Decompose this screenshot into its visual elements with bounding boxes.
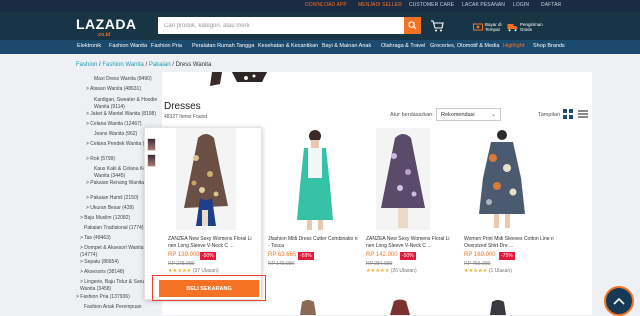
- free-shipping-label: Pengiriman Gratis: [520, 22, 543, 32]
- product-rating: ★★★★★ (26 Ulasan): [366, 268, 417, 274]
- old-price: RP 278.000: [168, 261, 195, 267]
- discount-badge: -58%: [298, 252, 314, 260]
- review-count: (37 Ulasan): [192, 268, 219, 274]
- product-price: RP 169.000: [464, 252, 496, 258]
- nav-electronics[interactable]: Elektronik: [77, 43, 101, 49]
- discount-badge: -75%: [499, 252, 515, 260]
- product-rating: ★★★★★ (37 Ulasan): [168, 268, 219, 274]
- old-price: RP 149.900: [268, 261, 295, 267]
- breadcrumb-separator: /: [172, 62, 174, 68]
- product-thumbnail[interactable]: [147, 154, 156, 167]
- breadcrumb-separator: /: [145, 62, 148, 68]
- list-view-icon[interactable]: [578, 109, 588, 119]
- sort-label: Atur berdasarkan:: [390, 112, 434, 118]
- cart-icon[interactable]: [430, 20, 444, 32]
- category-nav: Elektronik Fashion Wanita Fashion Pria P…: [0, 40, 640, 54]
- review-count: (1 Ulasan): [488, 268, 512, 274]
- product-name[interactable]: ZANZEA New Sexy Womens Floral Li nen Lon…: [366, 236, 458, 249]
- old-price: RP 284.000: [366, 261, 393, 267]
- buy-now-button[interactable]: BELI SEKARANG: [159, 280, 259, 297]
- sidebar-item[interactable]: > Atasan Wanita (48631): [76, 86, 160, 93]
- breadcrumb-pakaian[interactable]: Pakaian: [149, 62, 171, 68]
- discount-badge: -50%: [200, 252, 216, 260]
- review-count: (26 Ulasan): [390, 268, 417, 274]
- become-seller-link[interactable]: MENJADI SELLER: [358, 2, 402, 8]
- cod-badge: Bayar di Tempat: [473, 18, 511, 36]
- product-image[interactable]: [376, 128, 430, 230]
- grid-view-icon[interactable]: [563, 109, 573, 119]
- nav-baby-toys[interactable]: Bayi & Mainan Anak: [322, 43, 371, 49]
- nav-health-beauty[interactable]: Kesehatan & Kecantikan: [258, 43, 318, 49]
- login-link[interactable]: LOGIN: [513, 2, 529, 8]
- truck-icon: [507, 24, 518, 32]
- nav-sports-travel[interactable]: Olahraga & Travel: [381, 43, 425, 49]
- breadcrumb-separator: /: [99, 62, 101, 68]
- free-shipping-badge: Pengiriman Gratis: [507, 18, 546, 36]
- nav-home-appliances[interactable]: Peralatan Rumah Tangga: [192, 43, 254, 49]
- chevron-up-icon: [613, 297, 625, 305]
- product-image[interactable]: [478, 298, 518, 315]
- product-price: RP 63.665: [268, 252, 297, 258]
- nav-groceries[interactable]: Groceries, Otomotif & Media: [430, 43, 499, 49]
- nav-highlight[interactable]: Highlight: [503, 43, 524, 49]
- main-header: LAZADA .co.id Bayar di Tempat Pengiriman…: [0, 12, 640, 40]
- customer-care-link[interactable]: CUSTOMER CARE: [409, 2, 454, 8]
- rating-stars-icon: ★★★★★: [168, 268, 192, 274]
- banner-image: [162, 72, 592, 88]
- product-price: RP 139.000: [168, 252, 200, 258]
- sort-value: Rekomendasi: [441, 112, 475, 118]
- product-image[interactable]: [380, 298, 420, 315]
- product-rating: ★★★★★ (1 Ulasan): [464, 268, 512, 274]
- rating-stars-icon: ★★★★★: [366, 268, 390, 274]
- scroll-to-top-button[interactable]: [604, 286, 634, 316]
- search-input[interactable]: [158, 17, 404, 34]
- sidebar-item[interactable]: Kardigan, Sweater & Hoodie Wanita (9114): [76, 97, 160, 110]
- download-app-link[interactable]: DOWNLOAD APP: [305, 2, 347, 8]
- product-price: RP 142.000: [366, 252, 398, 258]
- nav-women-fashion[interactable]: Fashion Wanita: [109, 43, 147, 49]
- nav-shop-brands[interactable]: Shop Brands: [533, 43, 565, 49]
- lazada-logo[interactable]: LAZADA: [76, 16, 137, 32]
- sidebar-item[interactable]: Maxi Dress Wanita (8490): [76, 76, 160, 83]
- breadcrumb-fashion[interactable]: Fashion: [76, 62, 97, 68]
- product-image[interactable]: [176, 128, 236, 230]
- product-name[interactable]: Women Print Midi Sleeves Cotton Line n O…: [464, 236, 556, 249]
- search-icon: [408, 21, 417, 30]
- breadcrumb-fashion-wanita[interactable]: Fashion Wanita: [102, 62, 143, 68]
- view-label: Tampilan: [538, 112, 561, 118]
- track-order-link[interactable]: LACAK PESANAN: [462, 2, 505, 8]
- sidebar-item[interactable]: > Jaket & Mantel Wanita (8198): [76, 111, 160, 118]
- sidebar-item[interactable]: Fashion Anak Perempuan: [76, 304, 160, 311]
- discount-badge: -50%: [400, 252, 416, 260]
- nav-men-fashion[interactable]: Fashion Pria: [151, 43, 182, 49]
- register-link[interactable]: DAFTAR: [541, 2, 561, 8]
- old-price: RP 756.000: [464, 261, 491, 267]
- listing-title: Dresses: [164, 101, 201, 112]
- cash-icon: [473, 23, 483, 31]
- product-name[interactable]: ZANZEA New Sexy Womens Floral Li nen Lon…: [168, 236, 260, 249]
- product-thumbnail[interactable]: [147, 138, 156, 151]
- rating-stars-icon: ★★★★★: [464, 268, 488, 274]
- product-image[interactable]: [475, 128, 529, 230]
- breadcrumb-current: Dress Wanita: [175, 62, 212, 68]
- items-count: 48327 Items Found: [164, 114, 208, 120]
- sort-dropdown[interactable]: Rekomendasi ⌄: [436, 108, 501, 121]
- product-name[interactable]: Jfashion Midi Dress Cutter Combinatio n …: [268, 236, 360, 249]
- product-image[interactable]: [288, 298, 328, 315]
- search-button[interactable]: [404, 17, 421, 34]
- top-utility-bar: DOWNLOAD APP MENJADI SELLER CUSTOMER CAR…: [0, 0, 640, 12]
- logo-domain: .co.id: [97, 32, 111, 38]
- breadcrumb: Fashion / Fashion Wanita / Pakaian / Dre…: [76, 62, 211, 68]
- chevron-down-icon: ⌄: [490, 112, 496, 118]
- product-image[interactable]: [290, 128, 340, 230]
